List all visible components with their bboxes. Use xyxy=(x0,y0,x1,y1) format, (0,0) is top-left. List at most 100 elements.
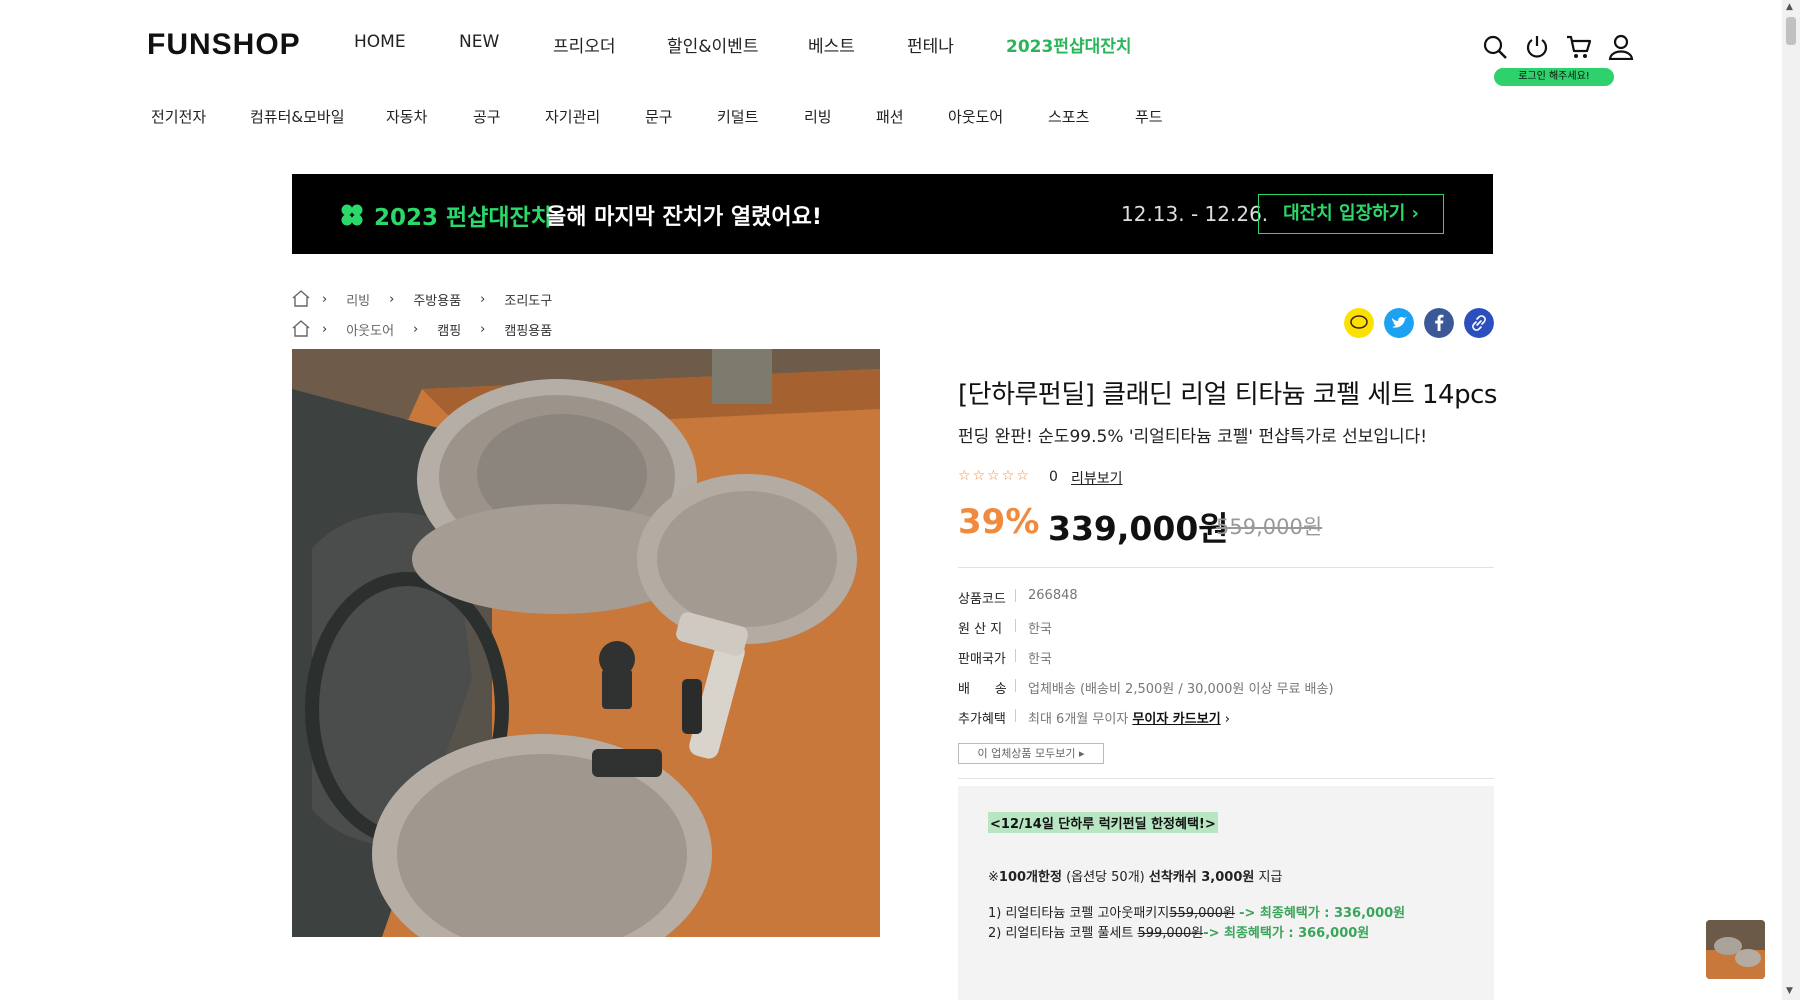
category-electronics[interactable]: 전기전자 xyxy=(151,106,206,127)
rating-stars: ☆☆☆☆☆ xyxy=(958,468,1031,484)
breadcrumb-cookware[interactable]: 조리도구 xyxy=(504,290,552,309)
category-fashion[interactable]: 패션 xyxy=(876,106,904,127)
chevron-right-icon: › xyxy=(480,322,486,337)
notice-mark: ※ xyxy=(988,870,999,885)
benefit-suffix: 지급 xyxy=(1254,870,1283,885)
scrollbar[interactable] xyxy=(1782,0,1800,1000)
spec-value-code: 266848 xyxy=(1028,588,1078,603)
user-icon[interactable] xyxy=(1608,34,1634,60)
nav-best[interactable]: 베스트 xyxy=(808,32,855,57)
banner-title: 2023 펀샵대잔치 xyxy=(374,205,552,231)
spec-label-origin: 원 산 지 xyxy=(958,622,1003,637)
nav-preorder[interactable]: 프리오더 xyxy=(553,32,616,57)
festival-banner[interactable]: 2023 펀샵대잔치 올해 마지막 잔치가 열렸어요! 12.13. - 12.… xyxy=(292,174,1493,254)
chevron-right-icon: › xyxy=(1224,712,1230,727)
benefit-option-note: (옵션당 50개) xyxy=(1061,870,1149,885)
scroll-up-arrow[interactable]: ▲ xyxy=(1786,2,1793,12)
breadcrumb-camping[interactable]: 캠핑 xyxy=(437,320,461,339)
discount-rate: 39% xyxy=(958,502,1040,542)
sale-price: 339,000원 xyxy=(1048,509,1229,548)
category-living[interactable]: 리빙 xyxy=(804,106,832,127)
spec-value-benefit: 최대 6개월 무이자 xyxy=(1028,712,1129,727)
banner-date: 12.13. - 12.26. xyxy=(1121,202,1269,226)
category-selfcare[interactable]: 자기관리 xyxy=(545,106,600,127)
nav-new[interactable]: NEW xyxy=(459,32,499,52)
festival-enter-button[interactable]: 대잔치 입장하기 › xyxy=(1258,194,1444,234)
benefit-tag: <12/14일 단하루 럭키펀딜 한정혜택!> xyxy=(988,812,1218,833)
category-stationery[interactable]: 문구 xyxy=(645,106,673,127)
chevron-right-icon: › xyxy=(322,322,328,337)
nav-funtena[interactable]: 펀테나 xyxy=(907,32,954,57)
benefit-item-name: 2) 리얼티타늄 코펠 풀세트 xyxy=(988,926,1134,941)
original-price: 559,000원 xyxy=(1216,515,1323,539)
titanium-cookware-photo xyxy=(292,349,880,937)
review-link[interactable]: 리뷰보기 xyxy=(1071,468,1123,488)
spec-value-country: 한국 xyxy=(1028,652,1052,667)
spec-label-code: 상품코드 xyxy=(958,592,1006,607)
kakao-share-icon[interactable] xyxy=(1344,308,1374,338)
spec-label-country: 판매국가 xyxy=(958,652,1006,667)
recent-product-image xyxy=(1706,920,1765,979)
benefit-item-final-price: -> 최종혜택가 : 336,000원 xyxy=(1239,906,1406,921)
spec-value-origin: 한국 xyxy=(1028,622,1052,637)
nav-home[interactable]: HOME xyxy=(354,32,406,52)
scroll-down-arrow[interactable]: ▼ xyxy=(1786,986,1793,996)
category-car[interactable]: 자동차 xyxy=(386,106,427,127)
chevron-right-icon: › xyxy=(322,292,328,307)
divider xyxy=(1015,649,1016,662)
divider xyxy=(1015,619,1016,632)
benefit-item-orig-price: 599,000원 xyxy=(1137,926,1204,941)
category-food[interactable]: 푸드 xyxy=(1135,106,1163,127)
twitter-share-icon[interactable] xyxy=(1384,308,1414,338)
divider xyxy=(1015,709,1016,722)
divider xyxy=(1015,589,1016,602)
spec-label-shipping: 배 송 xyxy=(958,682,1007,697)
chevron-right-icon: › xyxy=(389,292,395,307)
benefit-item-2: 2) 리얼티타늄 코펠 풀세트 599,000원-> 최종혜택가 : 366,0… xyxy=(988,922,1369,941)
login-tooltip: 로그인 해주세요! xyxy=(1494,68,1614,86)
nav-sale-event[interactable]: 할인&이벤트 xyxy=(667,32,758,57)
chevron-right-icon: › xyxy=(413,322,419,337)
chevron-right-icon: › xyxy=(480,292,486,307)
nav-2023-festival[interactable]: 2023펀샵대잔치 xyxy=(1006,32,1132,57)
benefit-item-1: 1) 리얼티타늄 코펠 고아웃패키지559,000원 -> 최종혜택가 : 33… xyxy=(988,902,1405,921)
banner-subtitle: 올해 마지막 잔치가 열렸어요! xyxy=(546,205,822,230)
category-tools[interactable]: 공구 xyxy=(473,106,501,127)
product-title: [단하루펀딜] 클래딘 리얼 티타늄 코펠 세트 14pcs xyxy=(958,380,1497,410)
clover-icon xyxy=(341,204,363,226)
breadcrumb-living[interactable]: 리빙 xyxy=(346,290,370,309)
benefit-item-orig-price: 559,000원 xyxy=(1169,906,1235,921)
breadcrumb-outdoor[interactable]: 아웃도어 xyxy=(346,320,394,339)
breadcrumb-camping-goods[interactable]: 캠핑용품 xyxy=(504,320,552,339)
home-icon[interactable] xyxy=(292,290,310,307)
breadcrumb-kitchen[interactable]: 주방용품 xyxy=(413,290,461,309)
power-icon[interactable] xyxy=(1524,34,1550,60)
product-image[interactable] xyxy=(292,349,880,937)
benefit-cash-line: ※100개한정 (옵션당 50개) 선착캐쉬 3,000원 지급 xyxy=(988,866,1282,885)
facebook-share-icon[interactable] xyxy=(1424,308,1454,338)
benefit-limit: 100개한정 xyxy=(998,870,1062,885)
interest-free-card-link[interactable]: 무이자 카드보기 xyxy=(1132,712,1220,727)
scrollbar-thumb[interactable] xyxy=(1786,17,1796,45)
seller-products-button[interactable]: 이 업체상품 모두보기 ▸ xyxy=(958,743,1104,764)
link-copy-icon[interactable] xyxy=(1464,308,1494,338)
spec-value-shipping: 업체배송 (배송비 2,500원 / 30,000원 이상 무료 배송) xyxy=(1028,682,1334,697)
divider xyxy=(958,778,1494,779)
cart-icon[interactable] xyxy=(1566,34,1592,60)
category-sports[interactable]: 스포츠 xyxy=(1048,106,1089,127)
benefit-box: <12/14일 단하루 럭키펀딜 한정혜택!> ※100개한정 (옵션당 50개… xyxy=(958,786,1494,1000)
funshop-logo[interactable]: FUNSHOP xyxy=(147,28,301,62)
home-icon[interactable] xyxy=(292,320,310,337)
product-subtitle: 펀딩 완판! 순도99.5% '리얼티타늄 코펠' 펀샵특가로 선보입니다! xyxy=(958,427,1428,447)
benefit-item-final-price: -> 최종혜택가 : 366,000원 xyxy=(1203,926,1370,941)
category-computer-mobile[interactable]: 컴퓨터&모바일 xyxy=(250,106,345,127)
spec-label-benefit: 추가혜택 xyxy=(958,712,1006,727)
divider xyxy=(958,567,1494,568)
benefit-cash: 선착캐쉬 3,000원 xyxy=(1148,870,1255,885)
recent-product-thumbnail[interactable] xyxy=(1706,920,1765,979)
review-count: 0 xyxy=(1049,469,1058,485)
category-outdoor[interactable]: 아웃도어 xyxy=(948,106,1003,127)
category-kidult[interactable]: 키덜트 xyxy=(717,106,758,127)
search-icon[interactable] xyxy=(1482,34,1508,60)
divider xyxy=(1015,679,1016,692)
